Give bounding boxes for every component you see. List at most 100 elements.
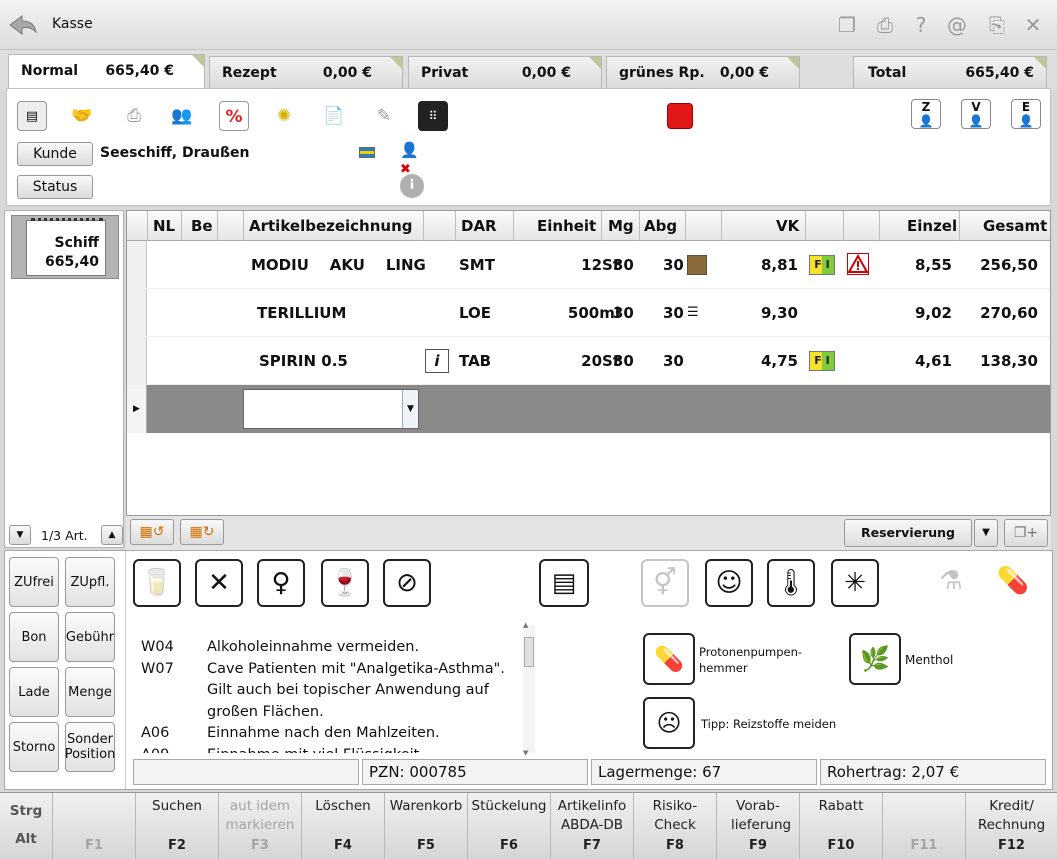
e-person-icon[interactable]: E 👤 bbox=[1011, 99, 1041, 129]
col-gesamt[interactable]: Gesamt bbox=[983, 217, 1047, 235]
col-be[interactable]: Be bbox=[191, 217, 213, 235]
parked-receipt[interactable]: Schiff 665,40 bbox=[11, 215, 119, 279]
tab-privat[interactable]: Privat 0,00 € bbox=[408, 56, 602, 90]
warning-item: W07 Cave Patienten mit "Analgetika-Asthma… bbox=[141, 660, 505, 720]
menge-button[interactable]: Menge bbox=[65, 667, 115, 717]
warning-scrollbar[interactable]: ▲ ▼ bbox=[523, 621, 535, 757]
f6-stueckelung-key[interactable]: Stückelung F6 bbox=[467, 793, 550, 859]
table-row[interactable]: MODIU AKU LING SMT 12St 30 30 8,81 F I 8… bbox=[127, 241, 1050, 289]
z-person-icon[interactable]: Z 👤 bbox=[911, 99, 941, 129]
reservierung-dropdown[interactable]: ▼ bbox=[974, 519, 998, 547]
f2-suchen-key[interactable]: Suchen F2 bbox=[135, 793, 218, 859]
add-document-icon[interactable]: ❐+ bbox=[1004, 519, 1048, 547]
info-icon[interactable]: i bbox=[400, 174, 424, 198]
rohertrag-field: Rohertrag: 2,07 € bbox=[820, 759, 1046, 785]
irritation-face-icon: ☹ bbox=[643, 697, 695, 749]
modifier-keys: Strg Alt bbox=[9, 803, 43, 847]
v-person-icon[interactable]: V 👤 bbox=[961, 99, 991, 129]
customer-panel: ▤ 🤝 ⎙ 👥 % ✺ 📄 ✎ ⠿ Z 👤 V 👤 E 👤 Kunde Seeschi… bbox=[6, 88, 1051, 206]
bon-button[interactable]: Bon bbox=[9, 612, 59, 662]
no-alcohol-icon: 🍷 bbox=[321, 559, 369, 607]
zupfl-button[interactable]: ZUpfl. bbox=[65, 557, 115, 607]
scroll-down-button[interactable]: ▼ bbox=[9, 525, 31, 545]
col-dar[interactable]: DAR bbox=[461, 217, 497, 235]
table-row[interactable]: TERILLIUM LOE 500ml 30 30 ☰ 9,30 9,02 27… bbox=[127, 289, 1050, 337]
reservierung-button[interactable]: Reservierung bbox=[844, 519, 972, 547]
receipt-amount: 665,40 bbox=[44, 254, 99, 270]
f8-risiko-check-key[interactable]: Risiko-Check F8 bbox=[633, 793, 716, 859]
no-driving-icon: ⊘ bbox=[383, 559, 431, 607]
article-search-combo[interactable]: ▼ bbox=[243, 389, 419, 429]
f10-rabatt-key[interactable]: Rabatt F10 bbox=[799, 793, 882, 859]
f4-loeschen-key[interactable]: Löschen F4 bbox=[301, 793, 384, 859]
fi-icon[interactable]: F I bbox=[809, 255, 835, 275]
warning-item: A06 Einnahme nach den Mahlzeiten. bbox=[141, 725, 440, 741]
table-row[interactable]: SPIRIN 0.5 i TAB 20St 30 30 4,75 F I 4,6… bbox=[127, 337, 1050, 385]
chevron-down-icon[interactable]: ▼ bbox=[402, 390, 418, 428]
tab-gruenes-rp[interactable]: grünes Rp. 0,00 € bbox=[606, 56, 800, 90]
storage-icon bbox=[687, 255, 707, 275]
col-nl[interactable]: NL bbox=[153, 217, 175, 235]
handshake-icon[interactable]: 🤝 bbox=[67, 101, 97, 131]
f12-kredit-key[interactable]: Kredit/ Rechnung F12 bbox=[965, 793, 1057, 859]
barcode-card-icon[interactable]: ▤ bbox=[17, 101, 47, 131]
fork-knife-icon: ✕ bbox=[195, 559, 243, 607]
status-button[interactable]: Status bbox=[17, 175, 93, 199]
f3-aut-idem-key[interactable]: aut idem markieren F3 bbox=[218, 793, 301, 859]
fi-icon[interactable]: F I bbox=[809, 351, 835, 371]
discount-icon[interactable]: % bbox=[219, 101, 249, 131]
f5-warenkorb-key[interactable]: Warenkorb F5 bbox=[384, 793, 467, 859]
calendar-right-icon[interactable]: ▦↻ bbox=[180, 519, 224, 545]
scroll-up-button[interactable]: ▲ bbox=[101, 525, 123, 545]
storno-button[interactable]: Storno bbox=[9, 722, 59, 772]
notebook-rings-icon bbox=[31, 218, 103, 224]
dots-grid-icon[interactable]: ⠿ bbox=[418, 101, 448, 131]
f11-key[interactable]: F11 bbox=[882, 793, 965, 859]
col-einzel[interactable]: Einzel bbox=[907, 217, 957, 235]
sparkle-icon[interactable]: ✺ bbox=[269, 101, 299, 131]
lade-button[interactable]: Lade bbox=[9, 667, 59, 717]
exit-icon[interactable]: ⎘ bbox=[984, 12, 1010, 38]
new-entry-row: ▶ ▼ bbox=[127, 385, 1050, 433]
remove-customer-icon[interactable]: 👤✖ bbox=[400, 141, 426, 177]
help-icon[interactable]: ? bbox=[908, 12, 934, 38]
glass-icon: 🥛 bbox=[133, 559, 181, 607]
f9-vorablieferung-key[interactable]: Vorab-lieferung F9 bbox=[716, 793, 799, 859]
f7-artikelinfo-key[interactable]: Artikelinfo ABDA-DB F7 bbox=[550, 793, 633, 859]
warning-triangle-icon[interactable] bbox=[847, 253, 869, 275]
elderly-child-icon: ☺ bbox=[705, 559, 753, 607]
at-icon[interactable]: @ bbox=[944, 12, 970, 38]
kunde-button[interactable]: Kunde bbox=[17, 142, 93, 166]
col-artikel[interactable]: Artikelbezeichnung bbox=[249, 217, 413, 235]
col-vk[interactable]: VK bbox=[776, 217, 799, 235]
receipt-list: Schiff 665,40 ▼ 1/3 Art. ▲ bbox=[4, 210, 124, 548]
interaction-blocked-icon: ⚗ bbox=[927, 559, 975, 607]
article-grid: NL Be Artikelbezeichnung DAR Einheit Mg … bbox=[126, 210, 1051, 516]
f1-key[interactable]: F1 bbox=[52, 793, 135, 859]
close-icon[interactable]: ✕ bbox=[1020, 12, 1046, 38]
sonder-position-button[interactable]: Sonder Position bbox=[65, 722, 115, 772]
copy-icon[interactable]: ❐ bbox=[834, 12, 860, 38]
thermometer-icon: 🌡 bbox=[767, 559, 815, 607]
lagermenge-field: Lagermenge: 67 bbox=[591, 759, 817, 785]
calendar-left-icon[interactable]: ▦↺ bbox=[130, 519, 174, 545]
red-stop-icon[interactable] bbox=[667, 103, 693, 129]
edit-document-icon[interactable]: ✎ bbox=[369, 101, 399, 131]
printer-icon[interactable]: ⎙ bbox=[872, 12, 898, 38]
warning-list: W04 Alkoholeinnahme vermeiden. W07 Cave Pa… bbox=[141, 637, 521, 753]
gender-symbols-icon: ⚥ bbox=[641, 559, 689, 607]
tab-rezept[interactable]: Rezept 0,00 € bbox=[209, 56, 403, 90]
printer-icon[interactable]: ⎙ bbox=[119, 101, 149, 131]
package-insert-icon[interactable]: ▤ bbox=[539, 559, 589, 607]
gebuehr-button[interactable]: Gebühr bbox=[65, 612, 115, 662]
people-icon[interactable]: 👥 bbox=[167, 101, 197, 131]
document-person-icon[interactable]: 📄 bbox=[319, 101, 349, 131]
col-mg[interactable]: Mg bbox=[608, 217, 634, 235]
col-abg[interactable]: Abg bbox=[644, 217, 677, 235]
article-info-icon[interactable]: i bbox=[425, 349, 449, 373]
col-einheit[interactable]: Einheit bbox=[537, 217, 596, 235]
medication-blocked-icon: 💊 bbox=[989, 559, 1037, 607]
back-arrow-icon[interactable] bbox=[8, 12, 38, 38]
tab-normal[interactable]: Normal 665,40 € bbox=[8, 54, 205, 90]
zufrei-button[interactable]: ZUfrei bbox=[9, 557, 59, 607]
